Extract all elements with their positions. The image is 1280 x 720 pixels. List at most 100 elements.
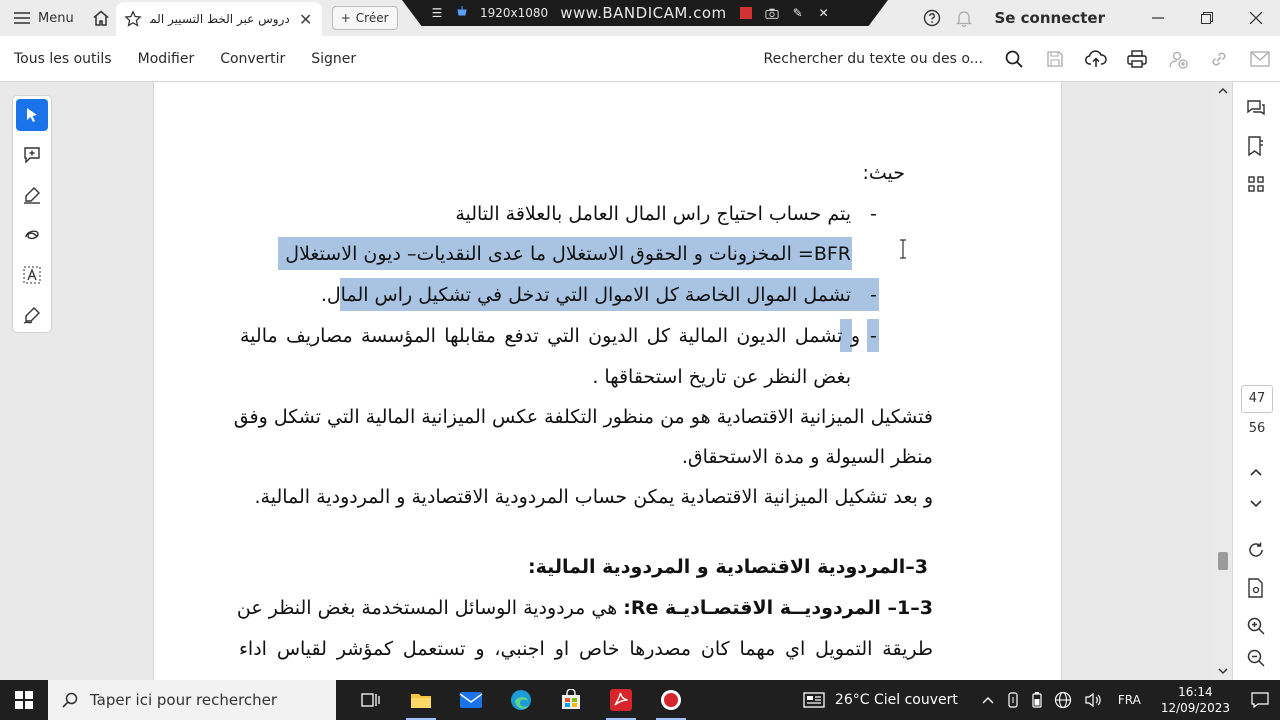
scroll-up-icon[interactable]	[1217, 86, 1229, 96]
clock-time: 16:14	[1178, 685, 1213, 699]
upload-button[interactable]	[1075, 36, 1116, 81]
help-icon	[924, 9, 941, 27]
zoom-in-button[interactable]	[1245, 615, 1267, 637]
stop-record-icon[interactable]	[739, 6, 753, 20]
menu-edit[interactable]: Modifier	[125, 51, 208, 67]
bookmarks-panel-button[interactable]	[1245, 135, 1267, 157]
doc-line: فتشكيل الميزانية الاقتصادية هو من منظور …	[233, 406, 933, 428]
text-box-tool-button[interactable]	[16, 259, 48, 291]
select-tool-button[interactable]	[16, 99, 48, 131]
pin-icon[interactable]	[456, 6, 468, 20]
notifications-button[interactable]	[948, 0, 980, 36]
doc-line: حيث:	[862, 162, 905, 184]
task-view-button[interactable]	[346, 680, 396, 720]
acrobat-icon	[610, 689, 632, 711]
rotate-button[interactable]	[1245, 539, 1267, 561]
create-button[interactable]: + Créer	[331, 6, 398, 30]
usb-tray-icon[interactable]	[1000, 692, 1026, 708]
taskbar-search-box[interactable]: Taper ici pour rechercher	[48, 680, 336, 720]
share-button[interactable]	[1157, 36, 1198, 81]
acrobat-app[interactable]	[596, 680, 646, 720]
microsoft-store-app[interactable]	[546, 680, 596, 720]
camera-icon[interactable]	[765, 6, 779, 20]
text-box-icon	[23, 266, 41, 284]
current-page-input[interactable]: 47	[1241, 385, 1273, 413]
highlight-tool-button[interactable]	[16, 179, 48, 211]
add-comment-icon	[24, 147, 40, 164]
subsection-title: 3–1– المردوديــة الاقتصـاديـة Re:	[623, 597, 933, 619]
close-window-button[interactable]	[1231, 0, 1280, 36]
search-icon	[1005, 50, 1023, 68]
home-button[interactable]	[86, 0, 116, 36]
bandicam-app[interactable]	[646, 680, 696, 720]
scroll-down-icon[interactable]	[1217, 666, 1229, 676]
email-button[interactable]	[1239, 36, 1280, 81]
print-button[interactable]	[1116, 36, 1157, 81]
comment-tool-button[interactable]	[16, 139, 48, 171]
grid-icon	[1248, 176, 1264, 192]
task-view-icon	[361, 693, 380, 707]
zoom-out-icon	[1247, 649, 1265, 667]
thumbnails-panel-button[interactable]	[1245, 173, 1267, 195]
page-settings-button[interactable]	[1245, 577, 1267, 599]
scrollbar-thumb[interactable]	[1218, 552, 1228, 570]
menu-convert[interactable]: Convertir	[207, 51, 298, 67]
menu-sign[interactable]: Signer	[298, 51, 369, 67]
menu-all-tools[interactable]: Tous les outils	[0, 51, 125, 67]
close-icon	[1249, 12, 1262, 24]
show-hidden-icons-button[interactable]	[976, 696, 1000, 704]
bandicam-close-icon[interactable]: ✕	[817, 6, 831, 20]
freehand-draw-icon	[25, 230, 39, 240]
menu-label: Menu	[38, 10, 74, 26]
language-indicator[interactable]: FRA	[1108, 693, 1151, 707]
weather-widget[interactable]: 26°C Ciel couvert	[797, 692, 976, 708]
app-toolbar: Tous les outils Modifier Convertir Signe…	[0, 36, 1280, 82]
section-heading: 3–المردودية الاقتصادية و المردودية المال…	[528, 556, 928, 578]
pencil-icon[interactable]: ✎	[791, 6, 805, 20]
doc-line: و تشمل الديون المالية كل الديون التي تدف…	[240, 325, 860, 347]
star-icon[interactable]	[124, 10, 142, 28]
previous-page-button[interactable]	[1245, 461, 1267, 483]
edge-browser-app[interactable]	[496, 680, 546, 720]
news-weather-icon	[803, 692, 825, 708]
sign-in-button[interactable]: Se connecter	[980, 9, 1133, 27]
file-explorer-app[interactable]	[396, 680, 446, 720]
start-button[interactable]	[0, 680, 48, 720]
network-tray-icon[interactable]	[1048, 691, 1078, 709]
pdf-page[interactable]: حيث: - يتم حساب احتياج راس المال العامل …	[153, 82, 1062, 680]
highlighter-icon	[24, 187, 40, 204]
restore-button[interactable]	[1182, 0, 1231, 36]
recording-resolution: 1920x1080	[480, 6, 549, 20]
right-panel-rail: 47 56	[1232, 82, 1280, 680]
mail-app[interactable]	[446, 680, 496, 720]
tab-close-icon[interactable]: ✕	[298, 10, 314, 29]
edge-icon	[511, 690, 531, 710]
create-label: Créer	[355, 11, 389, 25]
sign-tool-button[interactable]	[16, 299, 48, 331]
minimize-button[interactable]	[1133, 0, 1182, 36]
pen-sign-icon	[23, 307, 40, 324]
draw-tool-button[interactable]	[16, 219, 48, 251]
hamburger-icon	[14, 12, 30, 24]
vertical-scrollbar[interactable]	[1214, 82, 1232, 680]
menu-button[interactable]: Menu	[0, 0, 86, 36]
document-settings-icon	[1248, 578, 1263, 598]
search-text-field[interactable]: Rechercher du texte ou des o...	[764, 51, 993, 67]
notification-center-button[interactable]	[1240, 680, 1280, 720]
link-icon	[1212, 52, 1225, 65]
folder-icon	[411, 694, 431, 708]
search-button[interactable]	[993, 36, 1034, 81]
formula-text: = المخزونات و الحقوق الاستغلال ما عدى ال…	[285, 243, 814, 265]
save-button[interactable]	[1034, 36, 1075, 81]
next-page-button[interactable]	[1245, 493, 1267, 515]
volume-tray-icon[interactable]	[1078, 692, 1108, 708]
clock-date: 12/09/2023	[1160, 701, 1230, 715]
bandicam-menu-icon[interactable]: ☰	[430, 6, 444, 20]
comments-panel-button[interactable]	[1245, 97, 1267, 119]
clock[interactable]: 16:14 12/09/2023	[1151, 684, 1240, 716]
document-tab[interactable]: دروس عبر الخط التسيير الما... ✕	[115, 1, 322, 37]
zoom-out-button[interactable]	[1245, 647, 1267, 669]
help-button[interactable]	[916, 0, 948, 36]
link-button[interactable]	[1198, 36, 1239, 81]
battery-tray-icon[interactable]	[1026, 692, 1048, 708]
